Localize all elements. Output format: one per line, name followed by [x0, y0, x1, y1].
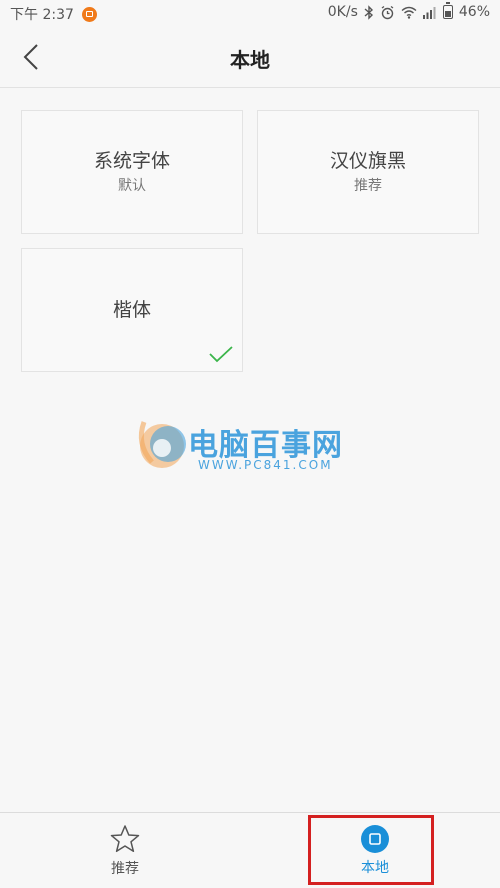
- font-card-title: 系统字体: [93, 150, 170, 172]
- local-icon: [361, 825, 389, 853]
- font-card-title: 汉仪旗黑: [329, 150, 406, 172]
- signal-icon: [422, 6, 436, 19]
- title-bar: 本地: [0, 26, 500, 88]
- tab-local[interactable]: 本地: [250, 813, 500, 888]
- app-notification-icon: [81, 6, 97, 22]
- network-speed: 0K/s: [327, 4, 358, 20]
- tab-local-label: 本地: [361, 860, 389, 876]
- font-card-kaiti[interactable]: 楷体: [21, 248, 243, 372]
- font-card-title: 楷体: [112, 299, 151, 321]
- page-title: 本地: [230, 48, 270, 72]
- font-card-hanyi[interactable]: 汉仪旗黑 推荐: [257, 110, 479, 234]
- bluetooth-icon: [364, 4, 373, 20]
- status-time: 下午 2:37: [10, 7, 74, 23]
- font-card-system[interactable]: 系统字体 默认: [21, 110, 243, 234]
- battery-icon: [442, 2, 453, 19]
- alarm-icon: [381, 5, 394, 19]
- wifi-icon: [401, 6, 417, 19]
- battery-percent: 46%: [458, 4, 490, 20]
- font-card-subtitle: 默认: [118, 178, 146, 194]
- watermark: 电脑百事网 WWW.PC841.COM: [132, 414, 372, 476]
- watermark-logo-icon: [138, 421, 186, 468]
- watermark-url: WWW.PC841.COM: [198, 458, 333, 472]
- font-card-subtitle: 推荐: [354, 178, 382, 194]
- status-bar: 下午 2:37 0K/s 46%: [0, 0, 500, 26]
- bottom-nav: 推荐 本地: [0, 812, 500, 888]
- checkmark-icon: [209, 346, 233, 363]
- star-icon: [110, 825, 140, 853]
- tab-recommend[interactable]: 推荐: [0, 813, 250, 888]
- tab-recommend-label: 推荐: [111, 861, 139, 877]
